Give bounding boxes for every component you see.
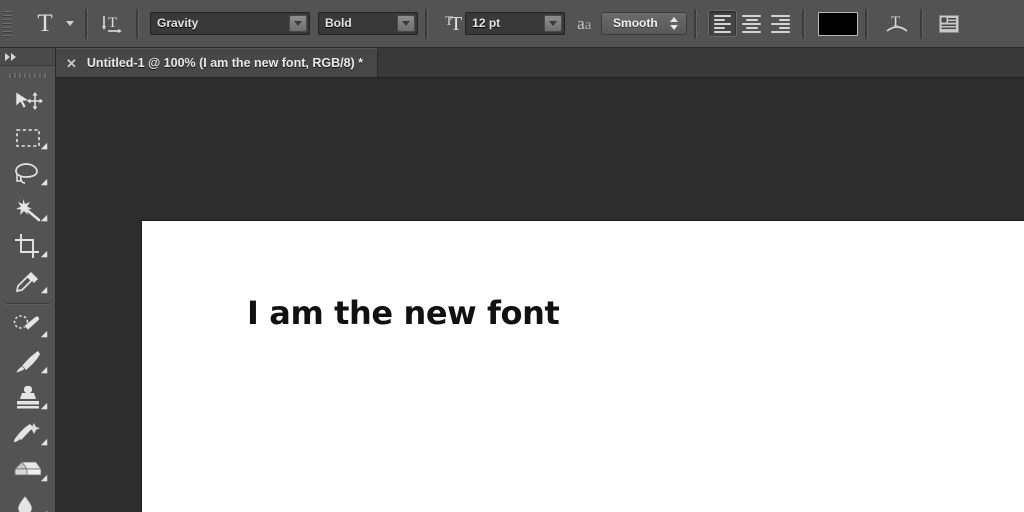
tools-panel-grip-icon[interactable] — [0, 66, 55, 84]
sidebar-item-magic-wand-tool[interactable] — [0, 192, 55, 228]
align-left-button[interactable] — [708, 10, 737, 37]
canvas-text-layer[interactable]: I am the new font — [247, 294, 559, 332]
anti-alias-stepper-arrows-icon[interactable] — [668, 17, 680, 30]
options-bar-drag-grip[interactable] — [0, 1, 14, 47]
document-tab-title: Untitled-1 @ 100% (I am the new font, RG… — [87, 56, 363, 70]
sidebar-item-gradient-tool[interactable] — [0, 488, 55, 512]
anti-alias-value[interactable]: Smooth — [602, 13, 668, 34]
tool-preset-chevron-down-icon[interactable] — [62, 9, 78, 39]
font-size-icon: TT — [445, 14, 459, 34]
separator — [425, 9, 428, 39]
text-color-swatch[interactable] — [818, 12, 858, 36]
sidebar-item-rectangular-marquee-tool[interactable] — [0, 120, 55, 156]
anti-alias-aa-icon: aa — [577, 15, 591, 33]
document-canvas[interactable]: I am the new font — [142, 221, 1024, 512]
tools-panel — [0, 48, 56, 512]
toggle-text-orientation-icon[interactable]: T — [95, 8, 129, 40]
flyout-triangle-icon — [41, 287, 47, 293]
separator — [694, 9, 697, 39]
separator — [865, 9, 868, 39]
document-tab-untitled-1[interactable]: ✕ Untitled-1 @ 100% (I am the new font, … — [56, 48, 378, 77]
flyout-triangle-icon — [41, 367, 47, 373]
font-size-chevron-down-icon[interactable] — [544, 15, 562, 32]
close-icon[interactable]: ✕ — [66, 57, 77, 70]
sidebar-item-spot-healing-brush-tool[interactable] — [0, 308, 55, 344]
sidebar-item-eraser-tool[interactable] — [0, 452, 55, 488]
tools-divider — [6, 303, 49, 305]
sidebar-item-crop-tool[interactable] — [0, 228, 55, 264]
document-tab-bar: ✕ Untitled-1 @ 100% (I am the new font, … — [0, 48, 1024, 78]
font-style-chevron-down-icon[interactable] — [397, 15, 415, 32]
flyout-triangle-icon — [41, 475, 47, 481]
warp-text-icon[interactable]: T — [881, 9, 913, 39]
flyout-triangle-icon — [41, 403, 47, 409]
align-center-button[interactable] — [737, 10, 766, 37]
font-size-combobox[interactable]: 12 pt — [465, 12, 565, 35]
workspace-area[interactable]: I am the new font — [56, 78, 1024, 512]
separator — [85, 9, 88, 39]
svg-text:T: T — [108, 15, 117, 31]
flyout-triangle-icon — [41, 331, 47, 337]
character-panel-icon[interactable] — [934, 10, 964, 38]
font-size-value[interactable]: 12 pt — [466, 13, 544, 34]
font-style-combobox[interactable]: Bold — [318, 12, 418, 35]
text-alignment-group — [708, 10, 795, 37]
separator — [136, 9, 139, 39]
flyout-triangle-icon — [41, 439, 47, 445]
font-family-combobox[interactable]: Gravity — [150, 12, 310, 35]
flyout-triangle-icon — [41, 143, 47, 149]
tools-panel-expand-button[interactable] — [0, 48, 55, 66]
anti-alias-select[interactable]: Smooth — [601, 12, 687, 35]
font-family-value[interactable]: Gravity — [151, 13, 289, 34]
sidebar-item-clone-stamp-tool[interactable] — [0, 380, 55, 416]
sidebar-item-lasso-tool[interactable] — [0, 156, 55, 192]
flyout-triangle-icon — [41, 215, 47, 221]
text-tool-T-icon[interactable]: T — [28, 8, 62, 40]
sidebar-item-eyedropper-tool[interactable] — [0, 264, 55, 300]
flyout-triangle-icon — [41, 251, 47, 257]
align-right-button[interactable] — [766, 10, 795, 37]
photoshop-window: T T Gravity Bold TT 12 pt — [0, 0, 1024, 512]
sidebar-item-move-tool[interactable] — [0, 84, 55, 120]
font-family-chevron-down-icon[interactable] — [289, 15, 307, 32]
flyout-triangle-icon — [41, 179, 47, 185]
sidebar-item-history-brush-tool[interactable] — [0, 416, 55, 452]
separator — [802, 9, 805, 39]
font-style-value[interactable]: Bold — [319, 13, 397, 34]
sidebar-item-brush-tool[interactable] — [0, 344, 55, 380]
options-bar: T T Gravity Bold TT 12 pt — [0, 0, 1024, 48]
separator — [920, 9, 923, 39]
